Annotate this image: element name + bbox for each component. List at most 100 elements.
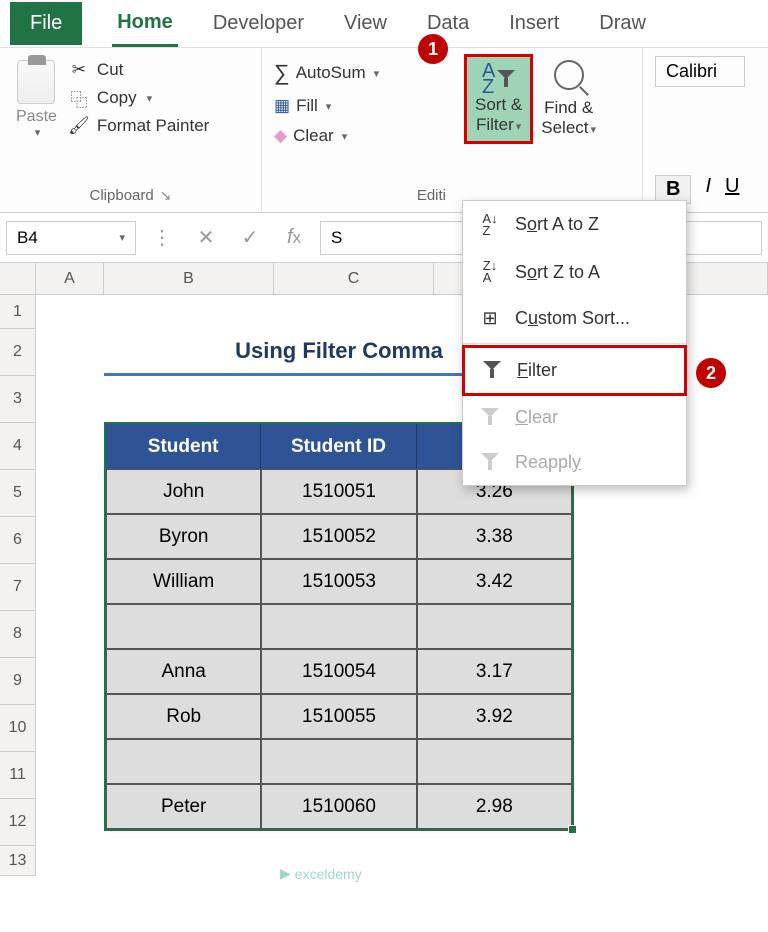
fx-button[interactable]: fx: [276, 221, 312, 255]
cell: Peter: [106, 784, 261, 829]
clear-button[interactable]: ◆Clear▾: [274, 126, 379, 146]
watermark: ▶ exceldemy: [280, 865, 362, 882]
cell: [261, 739, 416, 784]
group-sort-find: AZ Sort & Filter▾ Find & Select▾: [462, 48, 642, 212]
paste-icon: [17, 60, 55, 104]
row-header-3[interactable]: 3: [0, 376, 36, 423]
cell: 3.92: [417, 694, 572, 739]
table-row[interactable]: [106, 739, 572, 784]
fill-button[interactable]: ▦Fill▾: [274, 96, 379, 116]
group-clipboard: Paste ▾ ✂Cut ⿻Copy▾ 🖌 Format Painter Clip…: [0, 48, 262, 212]
fill-label: Fill: [296, 96, 318, 116]
tab-insert[interactable]: Insert: [504, 2, 564, 45]
group-font: Calibri B I U: [642, 48, 757, 212]
tab-file[interactable]: File: [10, 2, 82, 45]
cell: 1510051: [261, 469, 416, 514]
find-select-button[interactable]: Find & Select▾: [537, 54, 600, 144]
magnify-icon: [554, 60, 584, 90]
sort-filter-label-2: Filter: [476, 115, 514, 134]
font-name-select[interactable]: Calibri: [655, 56, 745, 87]
underline-button[interactable]: U: [725, 175, 739, 204]
sort-za-icon: Z↓A: [479, 260, 501, 283]
menu-filter[interactable]: Filter: [462, 345, 687, 396]
formula-text: S: [331, 228, 342, 248]
cell: 2.98: [417, 784, 572, 829]
format-painter-button[interactable]: 🖌 Format Painter: [69, 116, 209, 136]
cell: Byron: [106, 514, 261, 559]
menu-label: Sort Z to A: [515, 262, 600, 283]
row-header-11[interactable]: 11: [0, 752, 36, 799]
table-row[interactable]: Anna15100543.17: [106, 649, 572, 694]
row-header-13[interactable]: 13: [0, 846, 36, 876]
filter-icon: [481, 361, 503, 379]
table-row[interactable]: Peter15100602.98: [106, 784, 572, 829]
row-header-8[interactable]: 8: [0, 611, 36, 658]
row-header-9[interactable]: 9: [0, 658, 36, 705]
sort-filter-icon: AZ: [482, 63, 515, 95]
menu-label: Reapply: [515, 452, 581, 473]
row-header-4[interactable]: 4: [0, 423, 36, 470]
cell: William: [106, 559, 261, 604]
row-header-5[interactable]: 5: [0, 470, 36, 517]
row-header-1[interactable]: 1: [0, 295, 36, 329]
name-box-value: B4: [17, 228, 38, 248]
cell: 1510053: [261, 559, 416, 604]
chevron-down-icon[interactable]: ▾: [119, 231, 125, 244]
chevron-down-icon: ▾: [591, 124, 597, 136]
group-editing: ∑AutoSum▾ ▦Fill▾ ◆Clear▾ Editi: [262, 48, 462, 212]
table-row[interactable]: William15100533.42: [106, 559, 572, 604]
cell: John: [106, 469, 261, 514]
cell: 3.38: [417, 514, 572, 559]
copy-label: Copy: [97, 88, 137, 108]
selection-handle[interactable]: [568, 825, 577, 834]
sort-filter-button[interactable]: AZ Sort & Filter▾: [464, 54, 533, 144]
row-header-12[interactable]: 12: [0, 799, 36, 846]
table-row[interactable]: Rob15100553.92: [106, 694, 572, 739]
row-header-6[interactable]: 6: [0, 517, 36, 564]
cancel-formula-button[interactable]: ✕: [188, 221, 224, 255]
clipboard-group-label: Clipboard↘: [12, 183, 249, 208]
menu-label: Custom Sort...: [515, 308, 630, 329]
tab-developer[interactable]: Developer: [208, 2, 309, 45]
menu-custom-sort[interactable]: ⊞ Custom Sort...: [463, 296, 686, 341]
row-header-2[interactable]: 2: [0, 329, 36, 376]
row-header-10[interactable]: 10: [0, 705, 36, 752]
cell: [106, 739, 261, 784]
ribbon: 1 Paste ▾ ✂Cut ⿻Copy▾ 🖌Format Painter Cl…: [0, 48, 768, 213]
row-header-7[interactable]: 7: [0, 564, 36, 611]
sort-filter-dropdown: A↓Z Sort A to Z Z↓A Sort Z to A ⊞ Custom…: [462, 200, 687, 486]
table-row[interactable]: [106, 604, 572, 649]
menu-label: Sort A to Z: [515, 214, 599, 235]
col-header-c[interactable]: C: [274, 263, 434, 294]
autosum-button[interactable]: ∑AutoSum▾: [274, 60, 379, 86]
ribbon-tabs: File Home Developer View Data Insert Dra…: [0, 0, 768, 48]
enter-formula-button[interactable]: ✓: [232, 221, 268, 255]
col-header-a[interactable]: A: [36, 263, 104, 294]
copy-button[interactable]: ⿻Copy▾: [69, 88, 209, 108]
menu-sort-z-a[interactable]: Z↓A Sort Z to A: [463, 248, 686, 295]
italic-button[interactable]: I: [705, 175, 711, 204]
cell: [106, 604, 261, 649]
tab-view[interactable]: View: [339, 2, 392, 45]
format-painter-label: Format Painter: [97, 116, 209, 136]
tab-home[interactable]: Home: [112, 1, 178, 47]
callout-badge-1: 1: [418, 34, 448, 64]
cell: [417, 739, 572, 784]
clear-filter-icon: [479, 408, 501, 426]
cell: 1510052: [261, 514, 416, 559]
chevron-down-icon: ▾: [516, 121, 522, 133]
tab-draw[interactable]: Draw: [594, 2, 651, 45]
col-header-b[interactable]: B: [104, 263, 274, 294]
name-box[interactable]: B4 ▾: [6, 221, 136, 255]
dialog-launcher-icon[interactable]: ↘: [154, 187, 172, 203]
cut-button[interactable]: ✂Cut: [69, 60, 209, 80]
table-row[interactable]: Byron15100523.38: [106, 514, 572, 559]
cell: 3.42: [417, 559, 572, 604]
select-all-corner[interactable]: [0, 263, 36, 294]
callout-badge-2: 2: [696, 358, 726, 388]
autosum-label: AutoSum: [296, 63, 366, 83]
menu-sort-a-z[interactable]: A↓Z Sort A to Z: [463, 201, 686, 248]
brush-icon: 🖌: [69, 116, 89, 136]
editing-group-label: Editi: [274, 183, 450, 208]
paste-button[interactable]: Paste ▾: [12, 56, 61, 143]
